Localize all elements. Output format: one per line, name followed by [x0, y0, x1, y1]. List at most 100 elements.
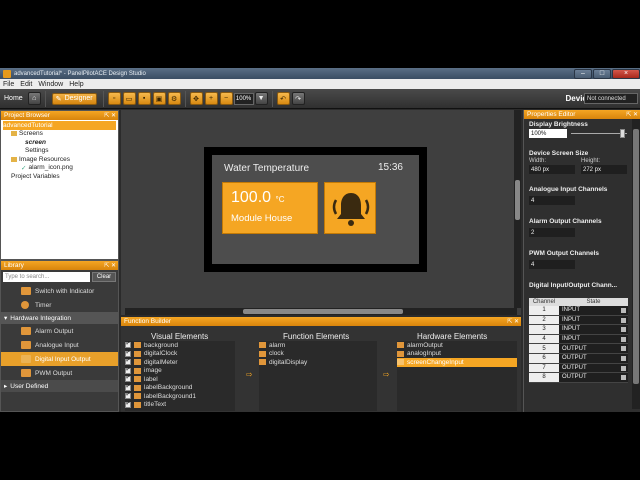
zoom-in-icon[interactable]: +	[204, 92, 218, 105]
designer-button[interactable]: ✎ Designer	[51, 92, 97, 105]
zoom-out-icon[interactable]: −	[219, 92, 233, 105]
device-screen[interactable]: Water Temperature 15:36 100.0 °C Module …	[212, 155, 419, 264]
save-icon[interactable]: ▪	[137, 92, 151, 105]
checkbox[interactable]	[125, 374, 131, 383]
maximize-button[interactable]: □	[593, 68, 611, 79]
list-item[interactable]: alarm	[259, 341, 377, 350]
list-item[interactable]: labelBackground1	[125, 391, 235, 401]
state-select[interactable]: OUTPUT	[559, 363, 628, 373]
table-row[interactable]: 1 INPUT	[529, 306, 628, 316]
state-select[interactable]: INPUT	[559, 315, 628, 325]
brightness-slider-handle[interactable]	[620, 129, 625, 138]
open-folder-icon[interactable]: ▭	[122, 92, 136, 105]
state-select[interactable]: INPUT	[559, 334, 628, 344]
menu-help[interactable]: Help	[69, 81, 83, 88]
library-search-input[interactable]: Type to search...	[3, 272, 90, 282]
redo-icon[interactable]: ↷	[291, 92, 305, 105]
save-all-icon[interactable]: ▣	[152, 92, 166, 105]
library-item-digital-io[interactable]: Digital Input Output	[1, 352, 118, 366]
library-item-alarm-output[interactable]: Alarm Output	[1, 324, 118, 338]
list-item[interactable]: background	[125, 340, 235, 350]
clear-button[interactable]: Clear	[92, 272, 116, 282]
menu-file[interactable]: File	[3, 81, 14, 88]
checkbox[interactable]	[125, 349, 131, 357]
list-item[interactable]: digitalMeter	[125, 357, 235, 367]
library-item-timer[interactable]: Timer	[1, 298, 118, 312]
tree-item-image-resources[interactable]: Image Resources	[3, 155, 116, 164]
list-item[interactable]: digitalClock	[125, 349, 235, 359]
list-item[interactable]: clock	[259, 350, 377, 359]
build-icon[interactable]: ⚙	[167, 92, 181, 105]
list-item[interactable]: labelBackground	[125, 383, 235, 393]
design-canvas[interactable]: Water Temperature 15:36 100.0 °C Module …	[121, 110, 521, 315]
pwm-channels-input[interactable]: 4	[529, 260, 575, 269]
screen-title-text[interactable]: Water Temperature	[224, 163, 309, 174]
list-item[interactable]: digitalDisplay	[259, 358, 377, 367]
home-label[interactable]: Home	[4, 95, 23, 102]
window-title: advancedTutorial* - PanelPilotACE Design…	[14, 70, 146, 77]
undo-icon[interactable]: ↶	[276, 92, 290, 105]
analogue-channels-input[interactable]: 4	[529, 196, 575, 205]
tree-item-project-variables[interactable]: Project Variables	[3, 172, 116, 181]
alarm-image[interactable]	[324, 182, 376, 234]
canvas-vertical-scrollbar[interactable]	[514, 110, 521, 308]
alarm-channels-input[interactable]: 2	[529, 228, 575, 237]
digital-meter[interactable]: 100.0 °C Module House	[222, 182, 318, 234]
fit-screen-icon[interactable]: ✥	[189, 92, 203, 105]
pin-icon[interactable]: ⇱ ✕	[626, 111, 638, 118]
table-row[interactable]: 8 OUTPUT	[529, 373, 628, 383]
tree-item-alarm-icon[interactable]: ✓ alarm_icon.png	[3, 164, 116, 173]
zoom-level[interactable]: 100%	[233, 92, 254, 105]
screen-height-input[interactable]: 272 px	[581, 165, 627, 174]
brightness-slider[interactable]	[571, 129, 627, 138]
state-select[interactable]: INPUT	[559, 306, 628, 315]
device-select[interactable]: Not connected	[584, 93, 638, 104]
state-select[interactable]: INPUT	[559, 325, 628, 334]
checkbox[interactable]	[125, 400, 131, 408]
checkbox[interactable]	[125, 391, 131, 400]
list-item[interactable]: analogInput	[397, 350, 517, 359]
library-category-hardware[interactable]: ▾ Hardware Integration	[1, 312, 118, 324]
table-row[interactable]: 7 OUTPUT	[529, 363, 628, 374]
library-item-pwm-output[interactable]: PWM Output	[1, 366, 118, 380]
list-item[interactable]: label	[125, 374, 235, 384]
state-select[interactable]: OUTPUT	[559, 353, 628, 363]
table-row[interactable]: 2 INPUT	[529, 315, 628, 326]
minimize-button[interactable]: –	[574, 68, 592, 79]
list-item[interactable]: screenChangeInput	[397, 358, 517, 367]
menu-window[interactable]: Window	[38, 81, 63, 88]
state-select[interactable]: OUTPUT	[559, 373, 628, 382]
screen-width-input[interactable]: 480 px	[529, 165, 575, 174]
checkbox[interactable]	[125, 357, 131, 366]
pin-icon[interactable]: ⇱ ✕	[104, 112, 116, 119]
checkbox[interactable]	[125, 366, 131, 374]
library-category-user-defined[interactable]: ▸ User Defined	[1, 380, 118, 392]
home-icon[interactable]: ⌂	[27, 92, 41, 105]
canvas-horizontal-scrollbar[interactable]	[125, 308, 517, 315]
tree-item-settings[interactable]: Settings	[3, 147, 116, 156]
checkbox[interactable]	[125, 340, 131, 349]
library-item-analogue-input[interactable]: Analogue Input	[1, 338, 118, 352]
state-select[interactable]: OUTPUT	[559, 344, 628, 353]
close-button[interactable]: ×	[612, 68, 640, 79]
properties-scrollbar[interactable]	[632, 119, 640, 409]
library-item-switch-indicator[interactable]: Switch with Indicator	[1, 284, 118, 298]
pin-icon[interactable]: ⇱ ✕	[104, 262, 116, 269]
tree-item-project[interactable]: advancedTutorial	[3, 121, 116, 130]
new-file-icon[interactable]: ▫	[107, 92, 121, 105]
list-item[interactable]: image	[125, 366, 235, 376]
pin-icon[interactable]: ⇱ ✕	[507, 318, 519, 325]
list-item[interactable]: alarmOutput	[397, 341, 517, 350]
table-row[interactable]: 3 INPUT	[529, 325, 628, 335]
brightness-input[interactable]: 100%	[529, 129, 567, 138]
list-item[interactable]: titleText	[125, 400, 235, 410]
tree-item-screen[interactable]: screen	[3, 138, 116, 147]
tree-item-screens[interactable]: Screens	[3, 130, 116, 139]
zoom-dropdown-icon[interactable]: ▼	[254, 92, 268, 105]
menu-edit[interactable]: Edit	[20, 81, 32, 88]
table-row[interactable]: 5 OUTPUT	[529, 344, 628, 354]
table-row[interactable]: 4 INPUT	[529, 334, 628, 345]
digital-clock[interactable]: 15:36	[378, 162, 403, 173]
table-row[interactable]: 6 OUTPUT	[529, 353, 628, 364]
checkbox[interactable]	[125, 383, 131, 391]
